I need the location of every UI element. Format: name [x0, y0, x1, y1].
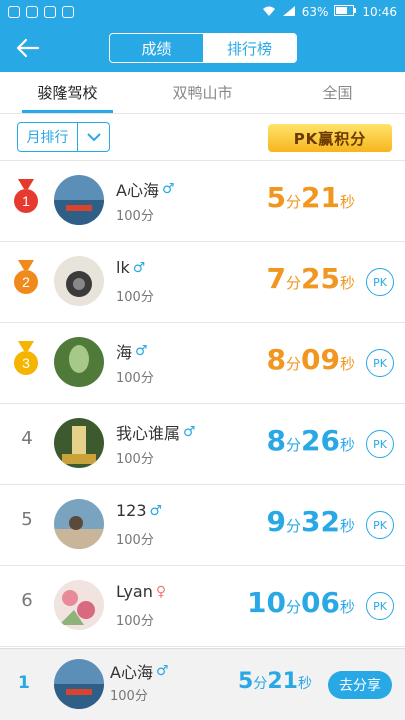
user-score: 100分 — [116, 290, 154, 305]
my-exam-time: 5 分 21 秒 — [238, 669, 312, 694]
exam-time: 8 分 26 秒 — [266, 424, 355, 457]
rank-number: 1 — [22, 193, 30, 209]
clock: 10:46 — [362, 5, 397, 19]
arrow-left-icon — [16, 38, 40, 58]
pk-points-banner[interactable]: PK赢积分 — [268, 124, 392, 152]
user-name: 我心谁属 ♂ — [116, 424, 196, 443]
avatar — [54, 337, 104, 387]
rank-number: 6 — [21, 590, 33, 611]
list-item[interactable]: 3 海 ♂ 100分 8 分 09 秒 PK — [0, 323, 405, 404]
medal-orange-icon: 2 — [14, 260, 38, 294]
my-score: 100分 — [110, 689, 148, 704]
user-score: 100分 — [116, 371, 154, 386]
pk-button[interactable]: PK — [366, 592, 394, 620]
medal-yellow-icon: 3 — [14, 341, 38, 375]
my-rank-footer: 1 A心海 ♂ 100分 5 分 21 秒 去分享 — [0, 648, 405, 720]
ranking-list: 1 A心海 ♂ 100分 5 分 21 秒 2 lk ♂ 100分 7 分 25 秒 PK 3 — [0, 161, 405, 647]
male-icon: ♂ — [149, 502, 163, 519]
period-filter-label: 月排行 — [18, 123, 78, 151]
battery-percent: 63% — [301, 5, 329, 19]
list-item[interactable]: 5 123 ♂ 100分 9 分 32 秒 PK — [0, 485, 405, 566]
my-name: A心海 ♂ — [110, 663, 169, 682]
list-item[interactable]: 6 Lyan ♀ 100分 10 分 06 秒 PK — [0, 566, 405, 647]
rank-number: 5 — [21, 509, 33, 530]
region-tabs: 骏隆驾校 双鸭山市 全国 — [0, 72, 405, 114]
user-name: lk ♂ — [116, 258, 146, 277]
tab-city[interactable]: 双鸭山市 — [135, 72, 270, 113]
pk-button[interactable]: PK — [366, 511, 394, 539]
status-bar: 63% 10:46 — [0, 0, 405, 24]
header: 成绩 排行榜 — [0, 24, 405, 72]
signal-icon — [282, 5, 296, 20]
my-rank-number: 1 — [18, 673, 30, 693]
male-icon: ♂ — [132, 259, 146, 276]
rank-number: 4 — [21, 428, 33, 449]
avatar — [54, 580, 104, 630]
user-score: 100分 — [116, 533, 154, 548]
user-name: 海 ♂ — [116, 343, 148, 362]
exam-time: 5 分 21 秒 — [266, 181, 355, 214]
header-segment: 成绩 排行榜 — [109, 33, 297, 63]
pk-button[interactable]: PK — [366, 349, 394, 377]
tab-school[interactable]: 骏隆驾校 — [0, 72, 135, 113]
trash-icon — [26, 6, 38, 18]
list-item[interactable]: 2 lk ♂ 100分 7 分 25 秒 PK — [0, 242, 405, 323]
back-button[interactable] — [12, 34, 44, 62]
rank-number: 2 — [22, 274, 30, 290]
wifi-icon — [262, 5, 276, 20]
exam-time: 10 分 06 秒 — [247, 586, 355, 619]
medal-gold-red-icon: 1 — [14, 179, 38, 213]
user-score: 100分 — [116, 452, 154, 467]
male-icon: ♂ — [161, 181, 175, 197]
user-name: 123 ♂ — [116, 501, 163, 520]
male-icon: ♂ — [155, 663, 169, 679]
user-name: A心海 ♂ — [116, 181, 175, 200]
rank-number: 3 — [22, 355, 30, 371]
exam-time: 8 分 09 秒 — [266, 343, 355, 376]
chevron-down-icon — [78, 132, 109, 142]
male-icon: ♂ — [183, 424, 196, 440]
period-filter[interactable]: 月排行 — [17, 122, 110, 152]
tab-leaderboard[interactable]: 排行榜 — [203, 34, 296, 62]
avatar — [54, 256, 104, 306]
tab-scores[interactable]: 成绩 — [110, 34, 203, 62]
pk-button[interactable]: PK — [366, 430, 394, 458]
pk-button[interactable]: PK — [366, 268, 394, 296]
sim-icon — [44, 6, 56, 18]
tab-national[interactable]: 全国 — [270, 72, 405, 113]
list-item[interactable]: 4 我心谁属 ♂ 100分 8 分 26 秒 PK — [0, 404, 405, 485]
user-score: 100分 — [116, 209, 154, 224]
user-score: 100分 — [116, 614, 154, 629]
battery-icon — [334, 5, 357, 19]
exam-time: 9 分 32 秒 — [266, 505, 355, 538]
exam-time: 7 分 25 秒 — [266, 262, 355, 295]
female-icon: ♀ — [155, 583, 167, 600]
avatar — [54, 659, 104, 709]
avatar — [54, 418, 104, 468]
male-icon: ♂ — [135, 343, 148, 359]
list-item[interactable]: 1 A心海 ♂ 100分 5 分 21 秒 — [0, 161, 405, 242]
user-name: Lyan ♀ — [116, 582, 167, 601]
avatar — [54, 499, 104, 549]
share-button[interactable]: 去分享 — [328, 671, 392, 699]
minus-icon — [62, 6, 74, 18]
message-icon — [8, 6, 20, 18]
avatar — [54, 175, 104, 225]
